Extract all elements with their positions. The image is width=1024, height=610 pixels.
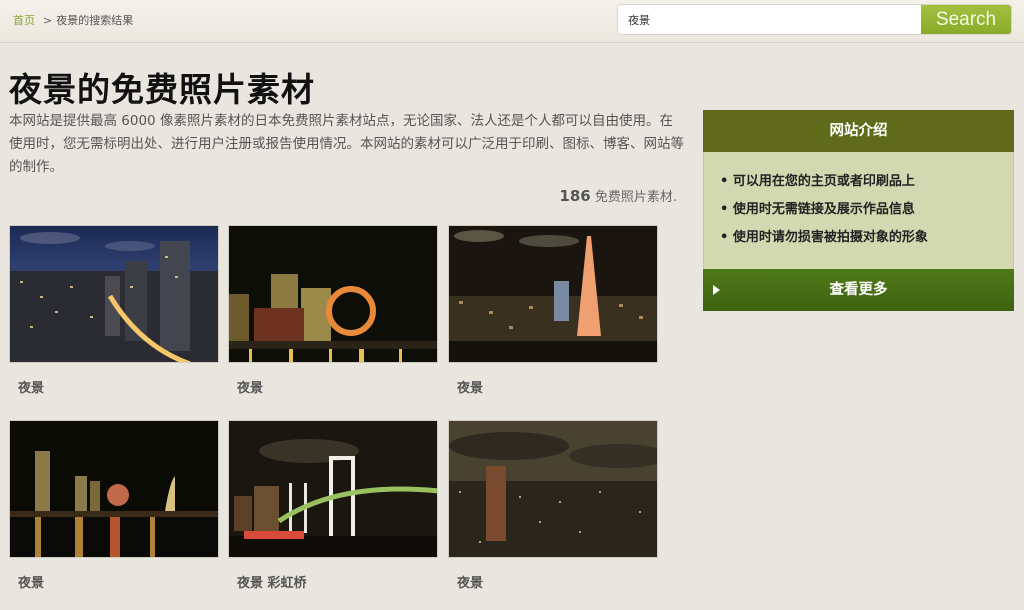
photo-card[interactable]: 夜景 (448, 225, 658, 396)
photo-caption[interactable]: 夜景 (457, 572, 483, 591)
bullet-icon: • (720, 202, 729, 217)
site-intro-item: • 可以用在您的主页或者印刷品上 (704, 170, 1013, 198)
see-more-label: 查看更多 (829, 282, 888, 298)
result-count: 186 免费照片素材. (420, 186, 677, 205)
search-input[interactable] (618, 5, 922, 34)
photo-card[interactable]: 夜景 (448, 420, 658, 591)
page-title: 夜景的免费照片素材 (9, 70, 315, 109)
search-button[interactable]: Search (921, 5, 1011, 34)
site-intro-title: 网站介绍 (703, 110, 1014, 152)
result-count-label: 免费照片素材. (594, 190, 677, 205)
site-intro-item-text: 可以用在您的主页或者印刷品上 (732, 174, 915, 189)
photo-card[interactable]: 夜景 (9, 225, 219, 396)
photo-thumbnail[interactable] (228, 420, 438, 558)
photo-thumbnail[interactable] (9, 225, 219, 363)
photo-caption[interactable]: 夜景 (457, 377, 483, 396)
bullet-icon: • (720, 174, 729, 189)
photo-card[interactable]: 夜景 (228, 225, 438, 396)
photo-card[interactable]: 夜景 (9, 420, 219, 591)
search-form: Search (617, 4, 1012, 35)
breadcrumb-home-link[interactable]: 首页 (13, 14, 35, 27)
see-more-button[interactable]: 查看更多 (703, 269, 1014, 311)
top-bar: 首页 >夜景的搜索结果 Search (0, 0, 1024, 43)
photo-thumbnail[interactable] (448, 420, 658, 558)
photo-card[interactable]: 夜景 彩虹桥 (228, 420, 438, 591)
photo-caption[interactable]: 夜景 彩虹桥 (237, 572, 307, 591)
site-intro-item: • 使用时请勿损害被拍摄对象的形象 (704, 226, 1013, 254)
site-intro-panel: 网站介绍 • 可以用在您的主页或者印刷品上 • 使用时无需链接及展示作品信息 •… (703, 110, 1014, 311)
breadcrumb: 首页 > 夜景的搜索结果 (13, 12, 133, 28)
intro-text: 本网站是提供最高 6000 像素照片素材的日本免费照片素材站点，无论国家、法人还… (9, 113, 684, 175)
site-intro-list: • 可以用在您的主页或者印刷品上 • 使用时无需链接及展示作品信息 • 使用时请… (703, 152, 1014, 269)
site-intro-item: • 使用时无需链接及展示作品信息 (704, 198, 1013, 226)
photo-caption[interactable]: 夜景 (237, 377, 263, 396)
photo-thumbnail[interactable] (448, 225, 658, 363)
breadcrumb-current: 夜景的搜索结果 (56, 14, 134, 27)
photo-caption[interactable]: 夜景 (18, 572, 44, 591)
site-intro-item-text: 使用时请勿损害被拍摄对象的形象 (732, 230, 928, 245)
photo-thumbnail[interactable] (228, 225, 438, 363)
site-intro-item-text: 使用时无需链接及展示作品信息 (732, 202, 915, 217)
breadcrumb-separator: > (43, 14, 53, 27)
result-count-number: 186 (559, 187, 591, 205)
photo-caption[interactable]: 夜景 (18, 377, 44, 396)
bullet-icon: • (720, 230, 729, 245)
photo-thumbnail[interactable] (9, 420, 219, 558)
play-arrow-icon (713, 285, 720, 295)
